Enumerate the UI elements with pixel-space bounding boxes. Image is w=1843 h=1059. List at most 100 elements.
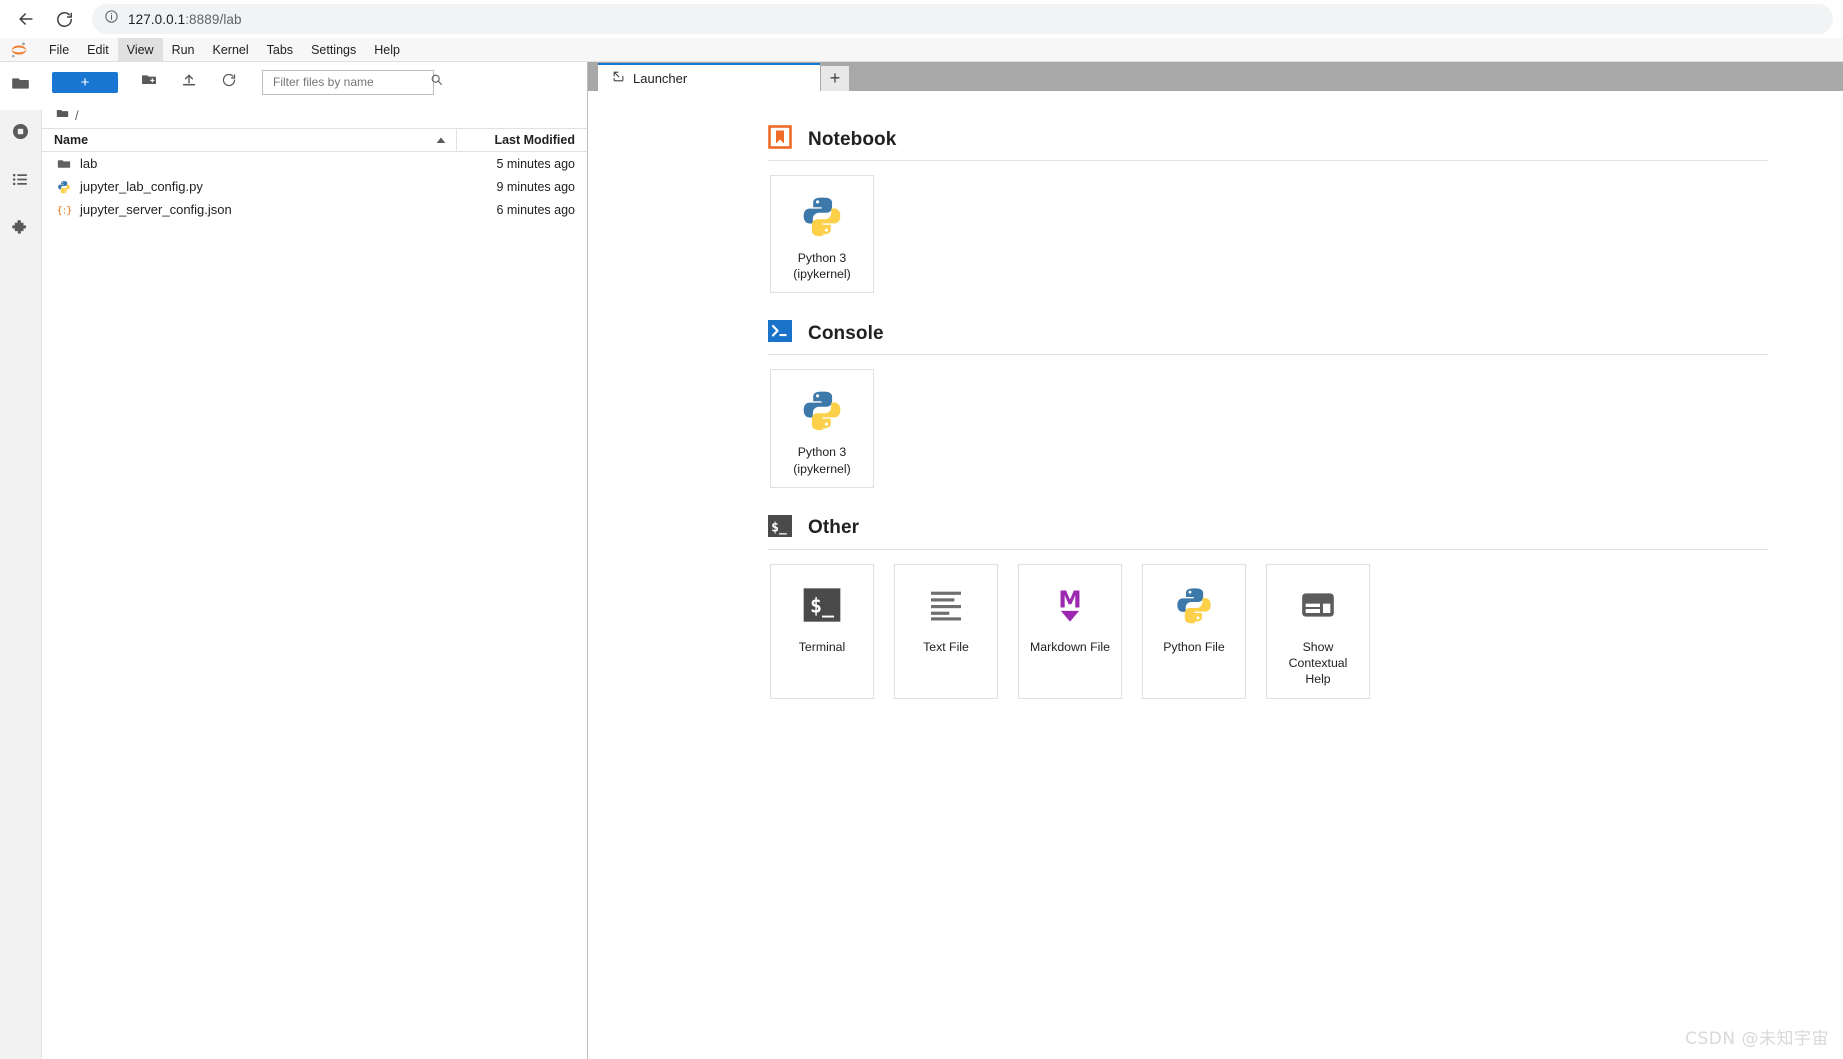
tab-launcher[interactable]: Launcher [598,63,820,91]
section-title: Notebook [808,128,897,150]
launcher-section-other: $_ Other $_ Terminal Text File M Markdow… [768,514,1768,699]
launcher-card-label: Python 3 (ipykernel) [793,251,851,282]
puzzle-icon [11,218,31,243]
launcher-icon [612,70,625,86]
refresh-button[interactable] [215,69,243,95]
section-header: Notebook [768,125,1768,154]
json-file-icon: {:} [56,202,72,218]
file-browser-toolbar: + [42,62,587,102]
file-modified-label: 5 minutes ago [496,156,575,171]
launcher-card-label: Python 3 (ipykernel) [793,445,851,476]
column-header-name[interactable]: Name [42,129,457,151]
file-name-cell: jupyter_lab_config.py [42,179,457,195]
filter-files-field[interactable] [262,69,442,95]
python-icon [800,384,844,436]
sort-ascending-icon [436,133,446,147]
section-title: Console [808,322,884,344]
main-dock-area: Launcher + Notebook Python 3 (ipykernel)… [588,62,1843,1059]
launcher-card-label: Show Contextual Help [1288,639,1348,687]
folder-icon [56,107,69,123]
section-divider [768,160,1768,161]
search-input[interactable] [271,74,430,90]
sidebar-item-table-of-contents[interactable] [0,158,41,206]
menu-view[interactable]: View [117,37,163,62]
browser-chrome: 127.0.0.1:8889/lab [0,0,1843,38]
markdown-icon: M [1050,579,1090,631]
file-name-cell: {:} jupyter_server_config.json [42,202,457,218]
dock-tab-bar: Launcher + [588,62,1843,91]
menu-help[interactable]: Help [365,38,409,62]
upload-button[interactable] [175,69,203,95]
browser-address-bar[interactable]: 127.0.0.1:8889/lab [92,4,1833,34]
list-item[interactable]: lab 5 minutes ago [42,152,587,175]
jupyter-logo-icon [6,39,32,61]
column-header-last-modified[interactable]: Last Modified [457,133,587,147]
browser-back-button[interactable] [10,3,42,35]
section-divider [768,548,1768,550]
notebook-icon [768,125,792,154]
launcher-panel: Notebook Python 3 (ipykernel) Console Py… [588,91,1843,1059]
section-divider [768,354,1768,356]
browser-reload-button[interactable] [48,3,80,35]
terminal-icon: $_ [768,514,792,543]
breadcrumb[interactable]: / [42,102,587,128]
contextual-help-icon [1298,579,1338,631]
terminal-icon: $_ [802,579,842,631]
launcher-card-label: Text File [923,639,969,654]
launcher-card-markdown-file[interactable]: M Markdown File [1018,563,1122,699]
left-sidebar-rail [0,62,42,1059]
sidebar-item-extension-manager[interactable] [0,206,41,254]
menu-tabs[interactable]: Tabs [258,38,302,62]
launcher-card-console-python3[interactable]: Python 3 (ipykernel) [770,369,874,488]
new-launcher-button[interactable]: + [52,71,118,93]
python-file-icon [56,179,72,195]
launcher-card-row: $_ Terminal Text File M Markdown File Py… [768,563,1768,699]
column-header-name-label: Name [54,133,89,147]
sidebar-item-running-sessions[interactable] [0,110,41,158]
folder-icon [56,156,72,172]
menu-settings[interactable]: Settings [302,38,365,62]
refresh-icon [221,72,237,93]
launcher-card-label: Terminal [798,639,846,654]
list-item[interactable]: jupyter_lab_config.py 9 minutes ago [42,175,587,198]
file-name-label: jupyter_lab_config.py [80,179,203,194]
address-bar-url: 127.0.0.1:8889/lab [128,11,242,27]
file-list: lab 5 minutes ago jupyter_lab_config.py … [42,152,587,221]
menu-kernel[interactable]: Kernel [204,38,258,62]
section-title: Other [808,517,860,539]
tab-launcher-label: Launcher [633,70,688,86]
file-list-header: Name Last Modified [42,128,587,152]
launcher-card-label: Python File [1163,639,1225,654]
launcher-card-text-file[interactable]: Text File [894,563,998,699]
list-item[interactable]: {:} jupyter_server_config.json 6 minutes… [42,198,587,221]
stop-circle-icon [11,122,30,146]
menu-edit[interactable]: Edit [78,38,118,62]
menu-file[interactable]: File [40,38,78,62]
list-icon [11,170,30,194]
new-folder-icon [141,72,157,93]
sidebar-item-file-browser[interactable] [0,62,42,110]
menu-run[interactable]: Run [163,38,204,62]
launcher-card-notebook-python3[interactable]: Python 3 (ipykernel) [770,175,874,294]
new-folder-button[interactable] [135,69,163,95]
file-modified-label: 6 minutes ago [496,202,575,217]
jupyterlab-shell: + Filter files by name / Name Last Modif… [0,62,1843,1059]
file-name-label: lab [80,156,98,171]
file-name-label: jupyter_server_config.json [80,202,232,217]
launcher-card-show-contextual-help[interactable]: Show Contextual Help [1266,563,1370,699]
site-info-icon[interactable] [104,9,119,29]
svg-text:$_: $_ [810,593,835,617]
python-icon [1174,579,1214,631]
launcher-card-python-file[interactable]: Python File [1142,563,1246,699]
launcher-section-console: Console Python 3 (ipykernel) [768,319,1768,488]
file-modified-label: 9 minutes ago [496,179,575,194]
python-icon [800,190,844,242]
text-file-icon [926,579,966,631]
file-name-cell: lab [42,156,457,172]
csdn-watermark: CSDN @未知宇宙 [1685,1029,1829,1049]
jupyterlab-menu-bar: File Edit View Run Kernel Tabs Settings … [0,37,1843,62]
launcher-card-terminal[interactable]: $_ Terminal [770,563,874,699]
new-tab-button[interactable]: + [821,66,849,91]
launcher-card-row: Python 3 (ipykernel) [768,175,1768,294]
file-browser-panel: + Filter files by name / Name Last Modif… [42,62,588,1059]
